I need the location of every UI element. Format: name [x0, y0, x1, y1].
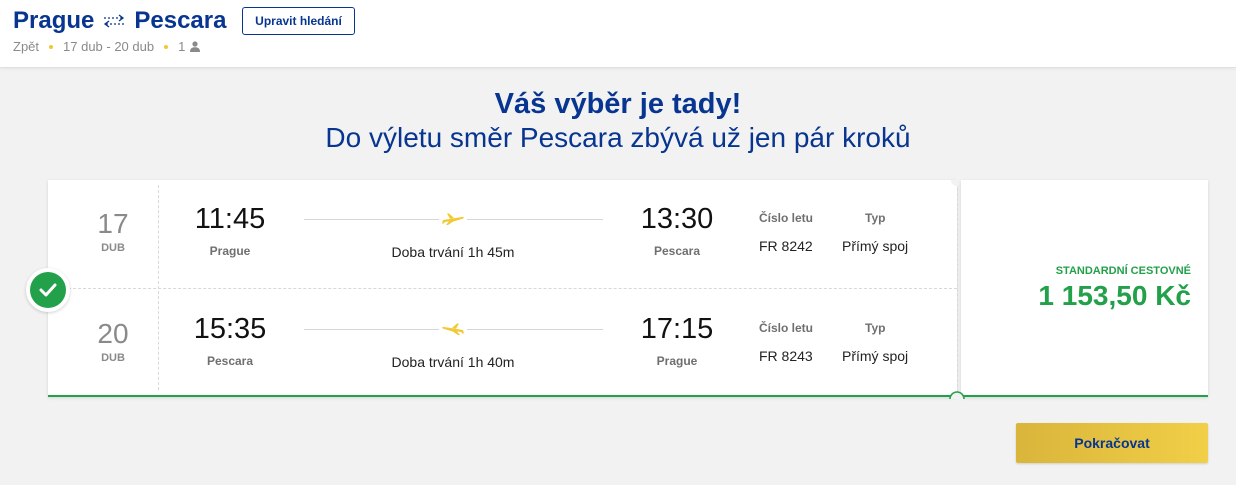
flight-type: Přímý spoj — [842, 348, 909, 364]
flight-number: FR 8243 — [759, 348, 813, 364]
flight-duration: Doba trvání 1h 40m — [391, 354, 515, 370]
plane-icon — [439, 321, 467, 337]
flight-number-label: Číslo letu — [759, 211, 814, 225]
separator-dot — [164, 44, 169, 49]
flights-card: 17 DUB 11:45 Prague Doba trvání 1h 45m 1… — [48, 180, 957, 397]
arrival-city: Prague — [656, 354, 698, 368]
departure-city: Pescara — [206, 354, 254, 368]
arrival-city: Pescara — [653, 244, 701, 258]
flight-number: FR 8242 — [759, 238, 813, 254]
destination-city: Pescara — [134, 7, 227, 34]
continue-button[interactable]: Pokračovat — [1016, 423, 1208, 463]
return-flight: 20 DUB 15:35 Pescara Doba trvání 1h 40m … — [48, 290, 957, 398]
fare-price: 1 153,50 Kč — [1038, 280, 1191, 311]
fare-type-label: STANDARDNÍ CESTOVNÉ — [1055, 265, 1191, 277]
flight-day: 17 — [97, 208, 129, 239]
top-bar: Prague Pescara Upravit hledání Zpět 17 d… — [0, 0, 1236, 68]
edit-search-button[interactable]: Upravit hledání — [242, 7, 355, 35]
flight-duration: Doba trvání 1h 45m — [391, 244, 515, 260]
plane-icon — [439, 211, 467, 227]
flight-type: Přímý spoj — [842, 238, 909, 254]
route-title: Prague Pescara — [13, 7, 226, 35]
separator-dot — [49, 44, 54, 49]
flight-type-label: Typ — [865, 211, 886, 225]
page-title: Váš výběr je tady! — [494, 88, 742, 120]
passenger-count: 1 — [178, 39, 186, 54]
trip-summary: Zpět 17 dub - 20 dub 1 — [13, 39, 201, 54]
leg-divider — [48, 288, 957, 289]
arrival-time: 17:15 — [640, 313, 714, 345]
fare-card[interactable]: STANDARDNÍ CESTOVNÉ 1 153,50 Kč — [961, 180, 1208, 397]
page-subtitle: Do výletu směr Pescara zbývá už jen pár … — [325, 122, 911, 153]
flight-number-label: Číslo letu — [759, 321, 814, 335]
departure-time: 15:35 — [193, 313, 267, 345]
trip-type: Zpět — [13, 39, 40, 54]
selected-check-icon — [26, 268, 70, 312]
price-divider — [957, 188, 958, 392]
departure-city: Prague — [209, 244, 251, 258]
trip-dates: 17 dub - 20 dub — [63, 39, 155, 54]
flight-month: DUB — [101, 352, 125, 364]
flight-type-label: Typ — [865, 321, 886, 335]
flight-day: 20 — [97, 318, 129, 349]
person-icon — [189, 41, 201, 52]
origin-city: Prague — [13, 7, 95, 34]
outbound-flight: 17 DUB 11:45 Prague Doba trvání 1h 45m 1… — [48, 180, 957, 288]
arrival-time: 13:30 — [640, 203, 714, 235]
flight-month: DUB — [101, 242, 125, 254]
return-arrows-icon — [101, 14, 127, 28]
departure-time: 11:45 — [194, 203, 266, 235]
ticket-notch-bottom — [949, 391, 965, 400]
